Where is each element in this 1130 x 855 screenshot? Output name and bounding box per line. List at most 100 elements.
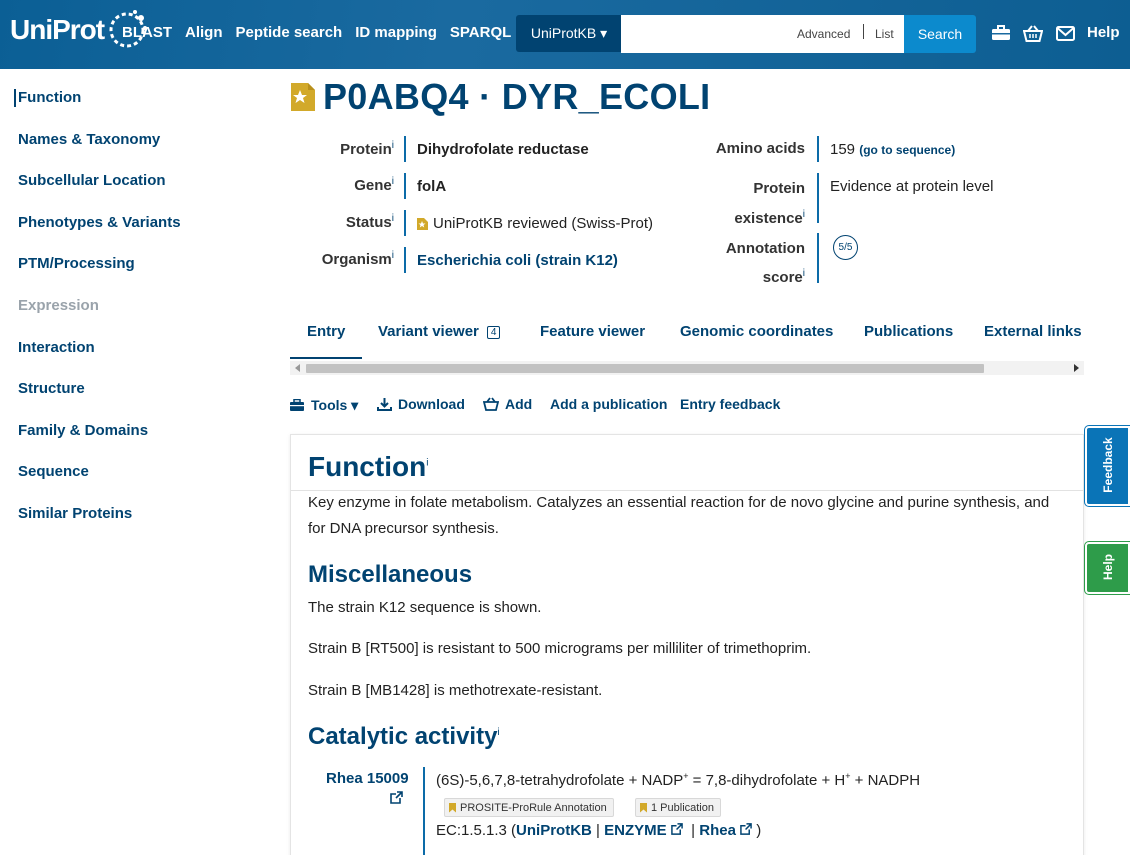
- download-icon: [377, 398, 392, 411]
- header-help-link[interactable]: Help: [1087, 24, 1120, 41]
- search-divider: [863, 24, 864, 39]
- feedback-label: Feedback: [1101, 437, 1115, 493]
- protein-existence-value: Evidence at protein level: [830, 178, 994, 195]
- rhea-link[interactable]: Rhea 15009: [326, 770, 409, 808]
- sidebar-item-structure[interactable]: Structure: [18, 380, 85, 397]
- nav-align[interactable]: Align: [185, 24, 223, 41]
- sidebar-item-ptm-processing[interactable]: PTM/Processing: [18, 255, 135, 272]
- main-nav: BLAST Align Peptide search ID mapping SP…: [122, 24, 511, 41]
- nav-peptide-search[interactable]: Peptide search: [236, 24, 343, 41]
- info-icon[interactable]: i: [803, 268, 805, 279]
- active-tab-underline: [290, 357, 362, 359]
- evidence-tag-publication[interactable]: 1 Publication: [635, 798, 721, 817]
- search-button[interactable]: Search: [904, 15, 976, 53]
- envelope-icon[interactable]: [1054, 22, 1076, 44]
- top-header: UniProt BLAST Align Peptide search ID ma…: [0, 0, 1130, 69]
- ec-number: EC:1.5.1.3 (UniProtKB | ENZYME | Rhea ): [436, 822, 762, 839]
- protein-label: Proteini: [340, 140, 394, 158]
- info-icon[interactable]: i: [392, 250, 394, 261]
- help-tab[interactable]: Help: [1085, 542, 1130, 594]
- info-divider: [404, 210, 406, 236]
- ec-uniprotkb-link[interactable]: UniProtKB: [516, 822, 592, 839]
- annotation-score-label: Annotation scorei: [725, 240, 805, 286]
- toolbox-icon[interactable]: [990, 22, 1012, 44]
- basket-icon[interactable]: [1022, 22, 1044, 44]
- misc-note: The strain K12 sequence is shown.: [308, 599, 542, 616]
- entry-title: P0ABQ4 · DYR_ECOLI: [323, 76, 711, 117]
- info-icon[interactable]: i: [392, 176, 394, 187]
- function-heading: Functioni: [308, 451, 429, 482]
- basket-icon: [483, 397, 499, 411]
- info-icon[interactable]: i: [392, 213, 394, 224]
- evidence-tag-prosite[interactable]: PROSITE-ProRule Annotation: [444, 798, 614, 817]
- toolbox-icon: [290, 399, 304, 411]
- tab-feature-viewer[interactable]: Feature viewer: [540, 323, 645, 340]
- sidebar-item-similar-proteins[interactable]: Similar Proteins: [18, 505, 132, 522]
- entry-feedback-button[interactable]: Entry feedback: [680, 396, 780, 412]
- sidebar-item-family-domains[interactable]: Family & Domains: [18, 422, 148, 439]
- tabs-scrollbar[interactable]: [290, 361, 1084, 375]
- status-value: UniProtKB reviewed (Swiss-Prot): [417, 215, 653, 232]
- advanced-search-link[interactable]: Advanced: [797, 27, 850, 41]
- tools-dropdown[interactable]: Tools ▾: [289, 397, 358, 414]
- sidebar-item-sequence[interactable]: Sequence: [18, 463, 89, 480]
- info-icon[interactable]: i: [803, 209, 805, 220]
- entry-tabs: Entry Variant viewer 4 Feature viewer Gen…: [290, 315, 1084, 360]
- status-label: Statusi: [345, 213, 394, 231]
- add-publication-button[interactable]: Add a publication: [550, 396, 667, 412]
- sidebar-item-subcellular-location[interactable]: Subcellular Location: [18, 172, 166, 189]
- info-icon[interactable]: i: [497, 727, 499, 738]
- info-divider: [817, 173, 819, 223]
- tab-entry[interactable]: Entry: [307, 323, 345, 340]
- bookmark-icon: [640, 802, 647, 813]
- database-select[interactable]: UniProtKB ▾: [516, 15, 622, 52]
- reviewed-entry-icon: [291, 83, 315, 111]
- protein-name: Dihydrofolate reductase: [417, 141, 589, 158]
- misc-note: Strain B [MB1428] is methotrexate-resist…: [308, 682, 603, 699]
- scrollbar-thumb[interactable]: [306, 364, 984, 373]
- function-description: Key enzyme in folate metabolism. Catalyz…: [308, 494, 1050, 537]
- function-card: Functioni Key enzyme in folate metabolis…: [290, 434, 1085, 855]
- scroll-right-icon[interactable]: [1074, 364, 1079, 372]
- sidebar-item-interaction[interactable]: Interaction: [18, 339, 95, 356]
- download-button[interactable]: Download: [377, 396, 465, 412]
- list-search-link[interactable]: List: [875, 27, 894, 41]
- ec-rhea-link[interactable]: Rhea: [699, 822, 736, 839]
- nav-id-mapping[interactable]: ID mapping: [355, 24, 437, 41]
- nav-blast[interactable]: BLAST: [122, 24, 172, 41]
- amino-acids-value: 159 (go to sequence): [830, 141, 956, 158]
- help-label: Help: [1101, 554, 1115, 581]
- sidebar-item-expression: Expression: [18, 297, 99, 314]
- nav-sparql[interactable]: SPARQL: [450, 24, 511, 41]
- sidebar-item-function[interactable]: Function: [18, 89, 81, 106]
- scroll-left-icon[interactable]: [295, 364, 300, 372]
- reviewed-icon: [417, 217, 428, 230]
- ec-enzyme-link[interactable]: ENZYME: [604, 822, 667, 839]
- info-icon[interactable]: i: [392, 140, 394, 151]
- gene-name: folA: [417, 178, 447, 195]
- annotation-score-badge: 5/5: [833, 235, 858, 260]
- catalytic-divider: [423, 767, 425, 855]
- feedback-tab[interactable]: Feedback: [1085, 426, 1130, 506]
- logo-text: UniProt: [10, 14, 105, 45]
- miscellaneous-heading: Miscellaneous: [308, 561, 473, 588]
- tab-variant-viewer[interactable]: Variant viewer 4: [378, 323, 501, 340]
- info-divider: [404, 247, 406, 273]
- sidebar-item-phenotypes-variants[interactable]: Phenotypes & Variants: [18, 214, 181, 231]
- info-divider: [404, 173, 406, 199]
- search-input[interactable]: [621, 15, 781, 51]
- tab-publications[interactable]: Publications: [864, 323, 953, 340]
- organism-link[interactable]: Escherichia coli (strain K12): [417, 252, 618, 269]
- add-to-basket-button[interactable]: Add: [483, 396, 532, 412]
- info-icon[interactable]: i: [426, 458, 428, 469]
- info-divider: [817, 136, 819, 162]
- variant-count-badge: 4: [486, 325, 501, 339]
- tab-external-links[interactable]: External links: [984, 323, 1082, 340]
- info-divider: [404, 136, 406, 162]
- info-divider: [817, 233, 819, 283]
- sidebar-item-names-taxonomy[interactable]: Names & Taxonomy: [18, 131, 160, 148]
- external-link-icon: [740, 823, 752, 835]
- external-link-icon: [390, 791, 403, 804]
- go-to-sequence-link[interactable]: (go to sequence): [859, 143, 955, 157]
- tab-genomic-coordinates[interactable]: Genomic coordinates: [680, 323, 833, 340]
